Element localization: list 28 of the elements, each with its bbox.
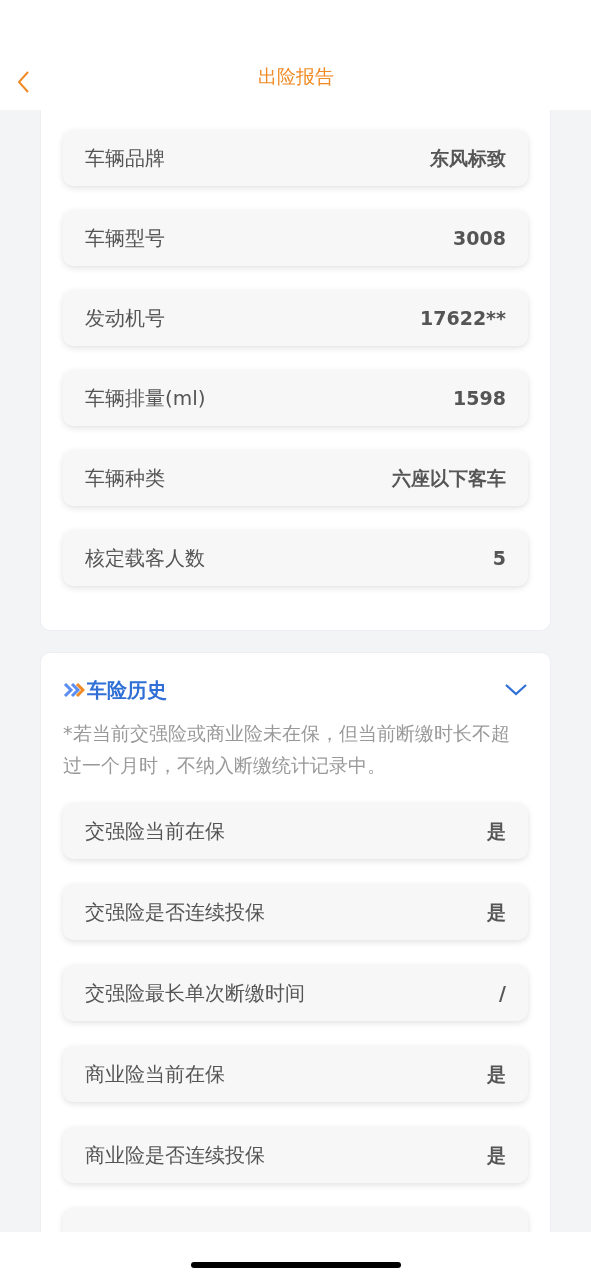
back-icon[interactable] bbox=[16, 70, 30, 94]
chevron-down-icon[interactable] bbox=[504, 683, 528, 697]
row-value: 是 bbox=[487, 818, 506, 844]
row-label: 交强险最长单次断缴时间 bbox=[85, 980, 305, 1007]
row-value: 六座以下客车 bbox=[392, 465, 506, 491]
row-value: 1598 bbox=[453, 385, 506, 411]
row-label: 商业险是否连续投保 bbox=[85, 1142, 265, 1169]
row-value: 3008 bbox=[453, 225, 506, 251]
row-value: 是 bbox=[487, 1142, 506, 1168]
row-label: 商业险当前在保 bbox=[85, 1061, 225, 1088]
double-chevron-icon bbox=[63, 682, 85, 698]
section-title: 车险历史 bbox=[87, 677, 167, 704]
row-label: 车辆排量(ml) bbox=[85, 385, 206, 412]
row-value: / bbox=[499, 980, 506, 1006]
row-value: 5 bbox=[492, 545, 506, 571]
row-label: 车辆型号 bbox=[85, 225, 165, 252]
note-text: *若当前交强险或商业险未在保，但当前断缴时长不超过一个月时，不纳入断缴统计记录中。 bbox=[63, 721, 511, 778]
row-label: 发动机号 bbox=[85, 305, 165, 332]
row-label: 车辆品牌 bbox=[85, 145, 165, 172]
row-label: 车辆种类 bbox=[85, 465, 165, 492]
row-value: 是 bbox=[487, 899, 506, 925]
row-value: 17622** bbox=[420, 305, 506, 331]
page-title: 出险报告 bbox=[257, 63, 334, 89]
row-value: 是 bbox=[487, 1061, 506, 1087]
row-value: 东风标致 bbox=[430, 145, 506, 171]
row-label: 交强险当前在保 bbox=[85, 818, 225, 845]
row-label: 核定载客人数 bbox=[85, 545, 205, 572]
row-label: 交强险是否连续投保 bbox=[85, 899, 265, 926]
